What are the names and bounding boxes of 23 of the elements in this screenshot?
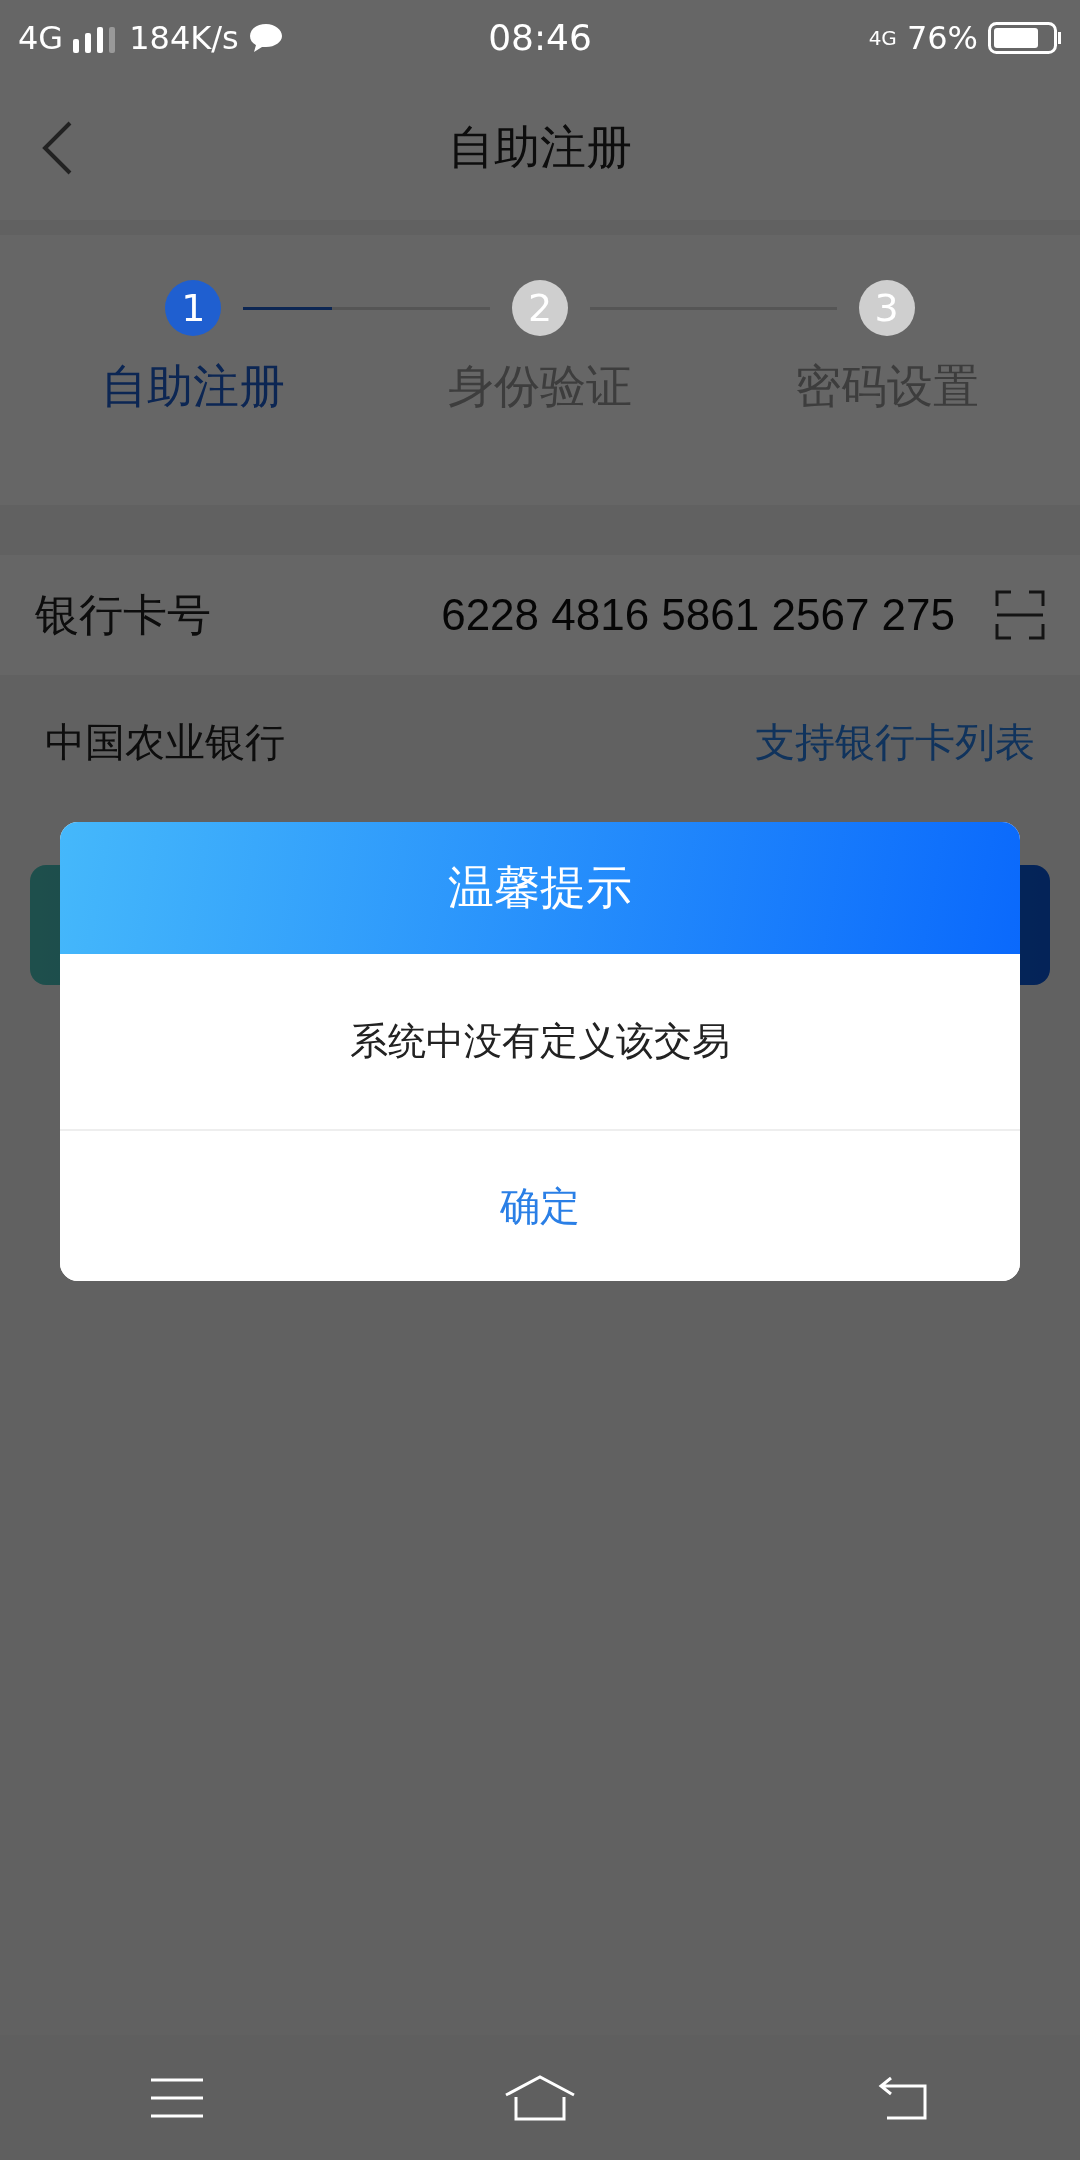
field-label: 银行卡号 bbox=[35, 587, 212, 642]
chat-bubble-icon bbox=[248, 22, 283, 53]
step-label: 自助注册 bbox=[101, 358, 286, 415]
step-number: 1 bbox=[165, 280, 222, 336]
card-number-field[interactable]: 6228 4816 5861 2567 275 bbox=[315, 590, 955, 640]
battery-icon bbox=[988, 21, 1062, 54]
scan-icon[interactable] bbox=[995, 590, 1045, 640]
clock: 08:46 bbox=[488, 17, 592, 58]
menu-icon bbox=[150, 2077, 203, 2118]
page-title: 自助注册 bbox=[448, 118, 632, 176]
data-type: 4G bbox=[868, 25, 897, 50]
dialog-title: 温馨提示 bbox=[448, 859, 632, 916]
home-button[interactable] bbox=[504, 2074, 576, 2121]
battery-percentage: 76% bbox=[906, 18, 978, 57]
menu-button[interactable] bbox=[150, 2077, 203, 2118]
dialog-message: 系统中没有定义该交易 bbox=[350, 1018, 730, 1065]
return-icon bbox=[877, 2075, 930, 2120]
network-type: 4G bbox=[18, 18, 64, 57]
home-icon bbox=[504, 2074, 576, 2121]
back-nav-button[interactable] bbox=[877, 2075, 930, 2120]
network-speed: 184K/s bbox=[129, 18, 239, 57]
bank-list-link[interactable]: 支持银行卡列表 bbox=[755, 715, 1035, 770]
bank-name: 中国农业银行 bbox=[45, 718, 285, 767]
